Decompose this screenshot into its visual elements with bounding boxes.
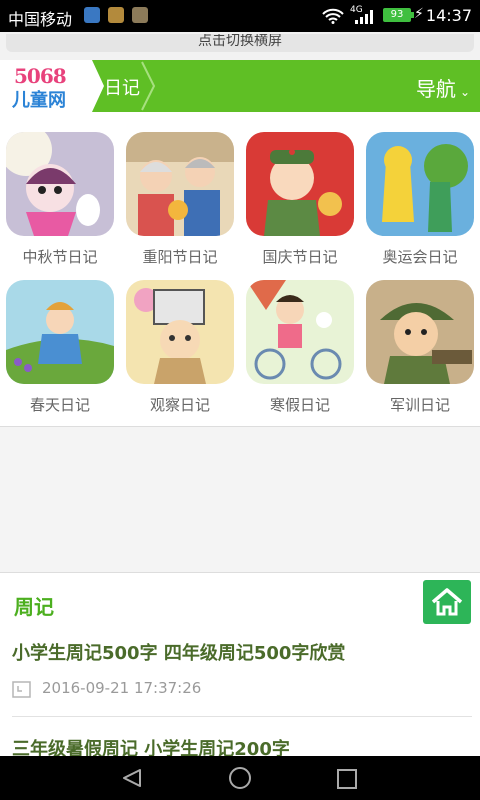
breadcrumb-current[interactable]: 日记 <box>104 74 140 100</box>
article-date-text: 2016-09-21 17:37:26 <box>42 679 202 697</box>
clock-icon <box>12 681 31 698</box>
list-item[interactable]: 小学生周记500字 四年级周记500字欣赏 2016-09-21 17:37:2… <box>12 639 345 698</box>
battery-icon: 93 <box>383 8 414 22</box>
status-bar: 中国移动 4G 93 ⚡ 14:37 <box>0 0 480 32</box>
home-button[interactable] <box>423 580 471 624</box>
logo-arrow <box>92 60 104 112</box>
category-winter-vacation[interactable]: 寒假日记 <box>240 260 360 414</box>
notification-icon <box>108 7 124 23</box>
carrier-label: 中国移动 <box>8 10 73 29</box>
charging-icon: ⚡ <box>414 6 424 22</box>
category-label: 军训日记 <box>389 396 450 414</box>
home-icon <box>431 588 463 616</box>
section-title: 周记 <box>14 595 54 619</box>
signal-icon <box>355 10 373 24</box>
system-nav-bar <box>0 756 480 800</box>
list-divider <box>12 716 472 717</box>
category-label: 寒假日记 <box>269 396 330 414</box>
article-date: 2016-09-21 17:37:26 <box>12 679 345 698</box>
notification-icon <box>84 7 100 23</box>
rotate-landscape-button[interactable]: 点击切换横屏 <box>6 34 474 52</box>
clock-label: 14:37 <box>425 6 472 25</box>
category-observation[interactable]: 观察日记 <box>120 260 240 414</box>
ad-placeholder <box>0 427 480 572</box>
article-title[interactable]: 小学生周记500字 四年级周记500字欣赏 <box>12 639 345 665</box>
spring-thumbnail <box>6 280 114 384</box>
olympics-thumbnail <box>366 132 474 236</box>
nav-menu-button[interactable]: 导航 ⌄ <box>416 73 470 102</box>
wifi-icon <box>322 8 344 24</box>
breadcrumb-separator-icon <box>141 61 156 111</box>
category-spring[interactable]: 春天日记 <box>0 260 120 414</box>
diary-list-section: 周记 小学生周记500字 四年级周记500字欣赏 2016-09-21 17:3… <box>0 572 480 760</box>
double-ninth-thumbnail <box>126 132 234 236</box>
category-mid-autumn[interactable]: 中秋节日记 <box>0 112 120 266</box>
logo-text: 儿童网 <box>12 90 66 111</box>
military-training-thumbnail <box>366 280 474 384</box>
chevron-down-icon: ⌄ <box>459 85 470 99</box>
observation-thumbnail <box>126 280 234 384</box>
category-olympics[interactable]: 奥运会日记 <box>360 112 480 266</box>
recent-apps-icon[interactable] <box>336 768 358 790</box>
category-label: 观察日记 <box>149 396 210 414</box>
back-icon[interactable] <box>120 768 144 788</box>
notification-icon <box>132 7 148 23</box>
site-logo[interactable]: 5068 儿童网 <box>0 60 92 112</box>
mid-autumn-thumbnail <box>6 132 114 236</box>
category-grid: 中秋节日记 重阳节日记 国庆节日记 奥运会日记 春天日记 观察日记 寒假日记 军… <box>0 112 480 427</box>
national-day-thumbnail <box>246 132 354 236</box>
winter-vacation-thumbnail <box>246 280 354 384</box>
category-military-training[interactable]: 军训日记 <box>360 260 480 414</box>
nav-label: 导航 <box>415 77 456 101</box>
category-national-day[interactable]: 国庆节日记 <box>240 112 360 266</box>
category-double-ninth[interactable]: 重阳节日记 <box>120 112 240 266</box>
logo-number: 5068 <box>14 64 67 88</box>
home-circle-icon[interactable] <box>228 766 252 790</box>
category-label: 春天日记 <box>29 396 90 414</box>
